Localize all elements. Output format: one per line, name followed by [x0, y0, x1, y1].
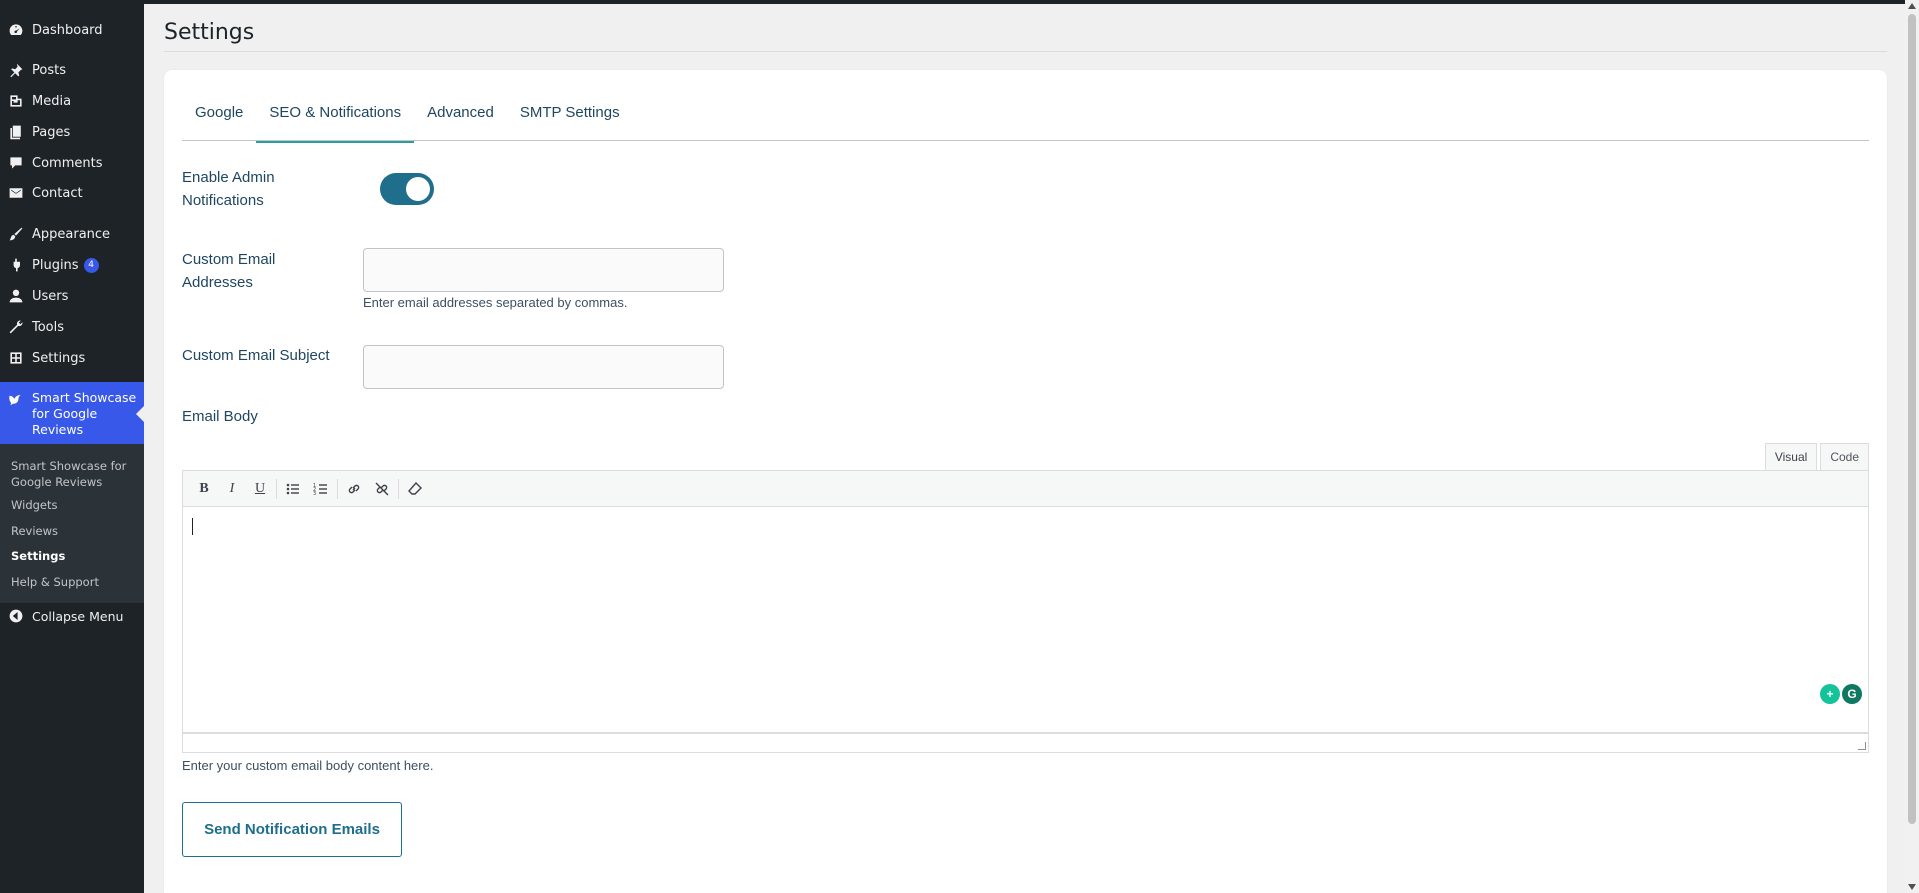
- sidebar-item-dashboard[interactable]: Dashboard: [0, 16, 144, 44]
- tab-advanced[interactable]: Advanced: [414, 103, 507, 136]
- bird-icon: [8, 391, 24, 411]
- collapse-menu-label: Collapse Menu: [32, 608, 124, 624]
- sidebar-item-media[interactable]: Media: [0, 87, 144, 115]
- toggle-knob: [406, 177, 430, 201]
- text-caret: [192, 518, 193, 535]
- email-addresses-help: Enter email addresses separated by comma…: [363, 295, 628, 310]
- scroll-down-arrow[interactable]: [1908, 884, 1916, 890]
- toolbar-separator: [398, 478, 399, 499]
- dashboard-icon: [8, 22, 24, 38]
- plugins-update-badge: 4: [83, 257, 99, 273]
- grammarly-suggest-icon[interactable]: +: [1820, 684, 1840, 704]
- divider: [164, 51, 1887, 52]
- comment-icon: [8, 155, 24, 171]
- numbered-list-icon[interactable]: 123: [307, 475, 335, 503]
- admin-top-bar: [0, 0, 1919, 4]
- wrench-icon: [8, 319, 24, 335]
- grammarly-icon[interactable]: G: [1842, 684, 1862, 704]
- admin-notifications-toggle[interactable]: [380, 173, 434, 205]
- custom-email-subject-label: Custom Email Subject: [182, 347, 330, 364]
- submenu-item-settings[interactable]: Settings: [11, 548, 136, 564]
- media-icon: [8, 93, 24, 109]
- custom-email-addresses-input[interactable]: [363, 248, 724, 292]
- scroll-thumb[interactable]: [1908, 14, 1916, 824]
- admin-sidebar: Dashboard Posts Media Pages Comments Con…: [0, 0, 144, 893]
- sidebar-item-label: Media: [32, 93, 72, 109]
- sidebar-item-label: Users: [32, 288, 69, 304]
- sidebar-item-label: Plugins: [32, 257, 79, 273]
- bold-button[interactable]: B: [190, 475, 218, 503]
- sidebar-item-comments[interactable]: Comments: [0, 149, 144, 177]
- sidebar-item-label: Posts: [32, 62, 66, 78]
- editor-tab-visual[interactable]: Visual: [1764, 443, 1818, 470]
- sidebar-item-smart-showcase[interactable]: Smart Showcase for Google Reviews: [0, 382, 144, 444]
- editor-toolbar: B I U 123: [182, 470, 1869, 507]
- eraser-icon[interactable]: [401, 475, 429, 503]
- sidebar-item-contact[interactable]: Contact: [0, 179, 144, 207]
- custom-email-subject-input[interactable]: [363, 345, 724, 389]
- collapse-arrow-icon: [8, 608, 24, 624]
- brush-icon: [8, 226, 24, 242]
- send-notification-emails-button[interactable]: Send Notification Emails: [182, 802, 402, 857]
- page-title: Settings: [164, 20, 255, 45]
- settings-icon: [8, 350, 24, 366]
- sidebar-item-label: Settings: [32, 350, 86, 366]
- current-menu-arrow: [136, 406, 144, 422]
- pages-icon: [8, 124, 24, 140]
- tabs-divider: [182, 140, 1869, 141]
- collapse-menu-button[interactable]: Collapse Menu: [0, 604, 144, 628]
- email-body-help: Enter your custom email body content her…: [182, 758, 434, 773]
- sidebar-item-tools[interactable]: Tools: [0, 313, 144, 341]
- grammarly-widget[interactable]: + G: [1820, 684, 1862, 704]
- submenu-item-help-support[interactable]: Help & Support: [11, 574, 136, 590]
- custom-email-addresses-label: Custom Email Addresses: [182, 251, 276, 291]
- unlink-icon[interactable]: [368, 475, 396, 503]
- plugin-submenu: Smart Showcase for Google Reviews Widget…: [0, 444, 144, 603]
- editor-mode-tabs: Visual Code: [1764, 443, 1869, 470]
- toolbar-separator: [337, 478, 338, 499]
- link-icon[interactable]: [340, 475, 368, 503]
- pin-icon: [8, 62, 24, 78]
- underline-button[interactable]: U: [246, 475, 274, 503]
- settings-tabs: Google SEO & Notifications Advanced SMTP…: [182, 103, 633, 143]
- plugin-icon: [8, 257, 24, 273]
- italic-button[interactable]: I: [218, 475, 246, 503]
- sidebar-item-label: Contact: [32, 185, 83, 201]
- toolbar-separator: [276, 478, 277, 499]
- sidebar-item-label: Smart Showcase for Google Reviews: [32, 390, 137, 437]
- tab-seo-notifications[interactable]: SEO & Notifications: [256, 103, 414, 143]
- email-body-editor[interactable]: + G: [182, 507, 1869, 733]
- resize-handle[interactable]: [1858, 742, 1866, 750]
- sidebar-item-label: Dashboard: [32, 22, 103, 38]
- page-scrollbar[interactable]: [1905, 0, 1919, 893]
- sidebar-item-settings[interactable]: Settings: [0, 344, 144, 372]
- sidebar-item-label: Appearance: [32, 226, 111, 242]
- svg-text:3: 3: [313, 491, 316, 497]
- tab-google[interactable]: Google: [182, 103, 256, 136]
- sidebar-item-appearance[interactable]: Appearance: [0, 220, 144, 248]
- sidebar-item-posts[interactable]: Posts: [0, 56, 144, 84]
- scroll-up-arrow[interactable]: [1908, 3, 1916, 9]
- sidebar-item-label: Pages: [32, 124, 71, 140]
- sidebar-item-users[interactable]: Users: [0, 282, 144, 310]
- admin-notifications-label: Enable Admin Notifications: [182, 169, 275, 209]
- sidebar-item-pages[interactable]: Pages: [0, 118, 144, 146]
- sidebar-item-label: Comments: [32, 155, 103, 171]
- editor-tab-code[interactable]: Code: [1820, 443, 1869, 470]
- submenu-item-reviews[interactable]: Reviews: [11, 523, 136, 539]
- user-icon: [8, 288, 24, 304]
- editor-status-bar: [182, 733, 1869, 753]
- email-body-label: Email Body: [182, 408, 258, 425]
- sidebar-item-plugins[interactable]: Plugins 4: [0, 251, 144, 279]
- bullet-list-icon[interactable]: [279, 475, 307, 503]
- mail-icon: [8, 185, 24, 201]
- submenu-item-widgets[interactable]: Widgets: [11, 497, 136, 513]
- submenu-item-smart-showcase[interactable]: Smart Showcase for Google Reviews: [11, 458, 136, 490]
- sidebar-item-label: Tools: [32, 319, 65, 335]
- tab-smtp-settings[interactable]: SMTP Settings: [507, 103, 633, 136]
- settings-card: Google SEO & Notifications Advanced SMTP…: [164, 70, 1887, 893]
